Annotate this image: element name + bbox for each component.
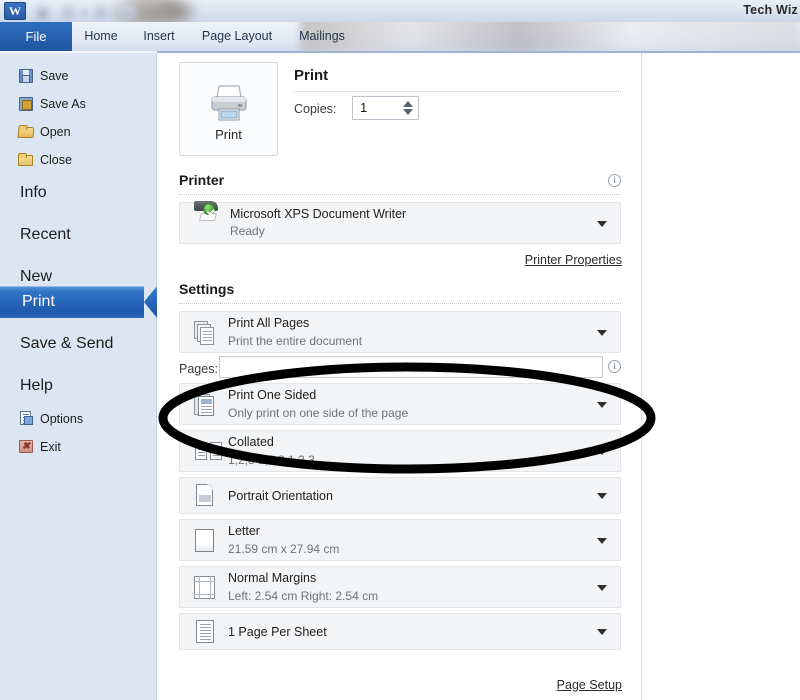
customize-qat-icon[interactable]: ▾ [122,6,135,19]
sidebar-item-label: Options [40,412,84,426]
sidebar-item-save[interactable]: Save [0,62,157,90]
pages-label: Pages: [179,362,218,376]
copies-stepper[interactable]: 1 [352,96,419,120]
undo-dropdown-icon[interactable]: ▾ [80,6,89,19]
window-title: Tech Wiz [743,3,798,17]
chevron-down-icon[interactable] [597,538,607,544]
print-button[interactable]: Print [179,62,278,156]
sidebar-item-options[interactable]: Options [0,405,157,433]
options-icon [18,411,34,427]
setting-row-orientation[interactable]: Portrait Orientation [179,477,621,514]
print-heading: Print [294,67,329,84]
spinner-up-icon[interactable] [403,101,413,107]
setting-title: Print All Pages [228,316,310,330]
ribbon-blur-overlay [300,22,800,52]
word-backstage-print-screen: ▤ ↶ ▾ ↷ ▾ W Tech Wiz File Home Insert Pa… [0,0,800,700]
quick-access-toolbar[interactable]: ▤ ↶ ▾ ↷ ▾ [36,4,186,20]
chevron-down-icon[interactable] [597,449,607,455]
setting-row-print-range[interactable]: Print All Pages Print the entire documen… [179,311,621,353]
chevron-down-icon[interactable] [597,330,607,336]
setting-title: 1 Page Per Sheet [228,625,327,639]
info-icon[interactable]: i [608,174,621,187]
printer-icon [180,83,277,123]
printer-heading-rule [179,194,621,195]
title-bar: ▤ ↶ ▾ ↷ ▾ W Tech Wiz [0,0,800,22]
exit-icon: ✖ [18,439,34,455]
chevron-down-icon[interactable] [597,402,607,408]
sidebar-item-label: Close [40,153,72,167]
print-button-label: Print [215,127,242,142]
setting-title: Collated [228,435,274,449]
backstage-sidebar: Save Save As Open Close Info Recent New … [0,53,157,700]
printer-name: Microsoft XPS Document Writer [230,207,407,221]
tab-file[interactable]: File [0,22,72,52]
pages-input[interactable] [219,356,603,378]
info-icon[interactable]: i [608,360,621,373]
setting-subtitle: 21.59 cm x 27.94 cm [228,542,340,556]
setting-title: Print One Sided [228,388,317,402]
sidebar-item-save-and-send[interactable]: Save & Send [0,328,157,360]
sidebar-item-exit[interactable]: ✖ Exit [0,433,157,461]
chevron-down-icon[interactable] [597,493,607,499]
setting-title: Letter [228,524,260,538]
setting-title: Normal Margins [228,571,317,585]
printer-properties-link[interactable]: Printer Properties [525,253,622,267]
copies-value[interactable]: 1 [360,100,367,115]
print-preview-pane [643,53,800,700]
undo-icon[interactable]: ↶ [62,6,75,19]
settings-heading-rule [179,303,621,304]
open-folder-icon [17,124,35,140]
printer-status: Ready [230,224,265,238]
close-folder-icon [18,152,34,168]
sidebar-item-label: Save As [40,97,86,111]
word-logo-icon[interactable]: W [4,2,26,20]
setting-subtitle: Left: 2.54 cm Right: 2.54 cm [228,589,379,603]
setting-title: Portrait Orientation [228,489,333,503]
print-settings-panel: Print Print Copies: 1 Printer i Microsof… [157,53,642,700]
save-icon [18,68,34,84]
print-heading-rule [294,91,621,92]
setting-subtitle: Print the entire document [228,334,363,348]
sidebar-item-close[interactable]: Close [0,146,157,174]
setting-row-paper-size[interactable]: Letter 21.59 cm x 27.94 cm [179,519,621,561]
redo-icon[interactable]: ↷ [94,6,107,19]
tab-page-layout[interactable]: Page Layout [190,22,284,52]
spinner-down-icon[interactable] [403,109,413,115]
save-as-icon [18,96,34,112]
chevron-down-icon[interactable] [597,585,607,591]
setting-subtitle: Only print on one side of the page [228,406,409,420]
sidebar-item-recent[interactable]: Recent [0,219,157,251]
printer-selector[interactable]: Microsoft XPS Document Writer Ready [179,201,621,244]
setting-row-pages-per-sheet[interactable]: 1 Page Per Sheet [179,613,621,650]
tab-home[interactable]: Home [72,22,130,52]
save-icon[interactable]: ▤ [36,6,49,19]
tab-insert[interactable]: Insert [133,22,185,52]
sidebar-item-open[interactable]: Open [0,118,157,146]
chevron-down-icon[interactable] [597,629,607,635]
setting-row-margins[interactable]: Normal Margins Left: 2.54 cm Right: 2.54… [179,566,621,608]
sidebar-item-label: Save [40,69,69,83]
settings-heading: Settings [179,281,235,297]
setting-subtitle: 1,2,3 1,2,3 1,2,3 [228,453,315,467]
title-bar-blur-overlay: ▤ ↶ ▾ ↷ ▾ [0,0,800,22]
ribbon-tab-strip: File Home Insert Page Layout Mailings [0,22,800,52]
tab-mailings[interactable]: Mailings [288,22,356,52]
sidebar-item-save-as[interactable]: Save As [0,90,157,118]
exit-glyph: ✖ [19,440,33,453]
copies-label: Copies: [294,102,337,116]
setting-row-print-sides[interactable]: Print One Sided Only print on one side o… [179,383,621,425]
sidebar-item-info[interactable]: Info [0,177,157,209]
chevron-down-icon[interactable] [597,221,607,227]
printer-heading: Printer [179,172,225,188]
sidebar-item-label: Open [40,125,71,139]
sidebar-item-help[interactable]: Help [0,370,157,402]
sidebar-item-print[interactable]: Print [0,286,157,318]
page-setup-link[interactable]: Page Setup [557,678,622,692]
sidebar-item-label: Exit [40,440,61,454]
setting-row-collation[interactable]: Collated 1,2,3 1,2,3 1,2,3 [179,430,621,472]
